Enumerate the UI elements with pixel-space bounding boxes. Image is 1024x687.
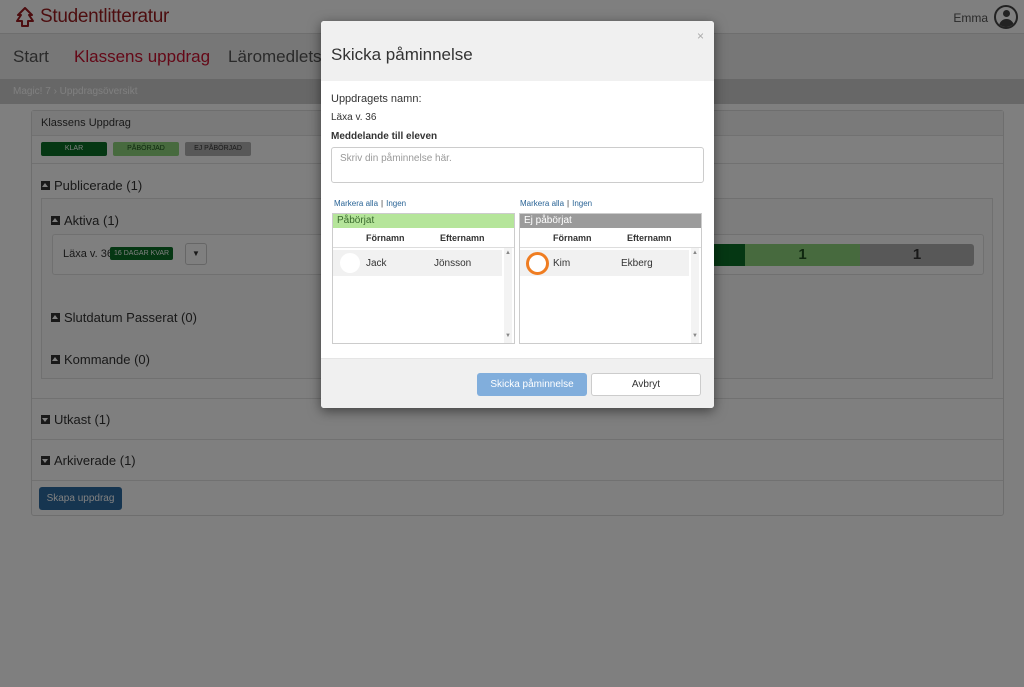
column-headers: Förnamn Efternamn	[333, 228, 514, 248]
assignment-name-label: Uppdragets namn:	[331, 93, 422, 105]
cancel-button[interactable]: Avbryt	[591, 373, 701, 396]
reminder-modal: Skicka påminnelse × Uppdragets namn: Läx…	[321, 21, 714, 408]
student-first-name: Jack	[366, 258, 387, 269]
select-all-started-link[interactable]: Markera alla	[334, 199, 378, 208]
student-last-name: Ekberg	[621, 258, 653, 269]
scroll-down-icon[interactable]: ▼	[505, 333, 511, 339]
scroll-up-icon[interactable]: ▲	[505, 250, 511, 256]
column-first-name: Förnamn	[553, 233, 592, 243]
student-row[interactable]: Kim Ekberg	[520, 250, 690, 276]
link-separator: |	[567, 199, 570, 208]
select-none-started-link[interactable]: Ingen	[386, 199, 406, 208]
panel-title-started: Påbörjat	[333, 214, 514, 228]
select-none-not-started-link[interactable]: Ingen	[572, 199, 592, 208]
link-separator: |	[381, 199, 384, 208]
select-all-not-started-link[interactable]: Markera alla	[520, 199, 564, 208]
close-icon[interactable]: ×	[697, 29, 704, 43]
student-row[interactable]: Jack Jönsson	[333, 250, 503, 276]
student-first-name: Kim	[553, 258, 571, 269]
column-last-name: Efternamn	[440, 233, 485, 243]
message-label: Meddelande till eleven	[331, 131, 438, 142]
column-headers: Förnamn Efternamn	[520, 228, 701, 248]
scrollbar[interactable]: ▲ ▼	[689, 248, 701, 343]
student-select-circle[interactable]	[526, 252, 549, 275]
scrollbar[interactable]: ▲ ▼	[502, 248, 514, 343]
reminder-message-input[interactable]	[331, 147, 704, 183]
student-last-name: Jönsson	[434, 258, 472, 269]
scroll-down-icon[interactable]: ▼	[692, 333, 698, 339]
student-select-circle[interactable]	[340, 253, 360, 273]
not-started-select-links: Markera alla | Ingen	[520, 199, 592, 208]
not-started-students-panel: Ej påbörjat Förnamn Efternamn Kim Ekberg…	[519, 213, 702, 344]
scroll-up-icon[interactable]: ▲	[692, 250, 698, 256]
started-select-links: Markera alla | Ingen	[334, 199, 406, 208]
send-reminder-button[interactable]: Skicka påminnelse	[477, 373, 587, 396]
started-students-panel: Påbörjat Förnamn Efternamn Jack Jönsson …	[332, 213, 515, 344]
modal-title: Skicka påminnelse	[331, 45, 473, 64]
column-first-name: Förnamn	[366, 233, 405, 243]
modal-header: Skicka påminnelse ×	[321, 21, 714, 81]
modal-footer: Skicka påminnelse Avbryt	[321, 358, 714, 408]
panel-title-not-started: Ej påbörjat	[520, 214, 701, 228]
assignment-name-value: Läxa v. 36	[331, 112, 377, 123]
column-last-name: Efternamn	[627, 233, 672, 243]
